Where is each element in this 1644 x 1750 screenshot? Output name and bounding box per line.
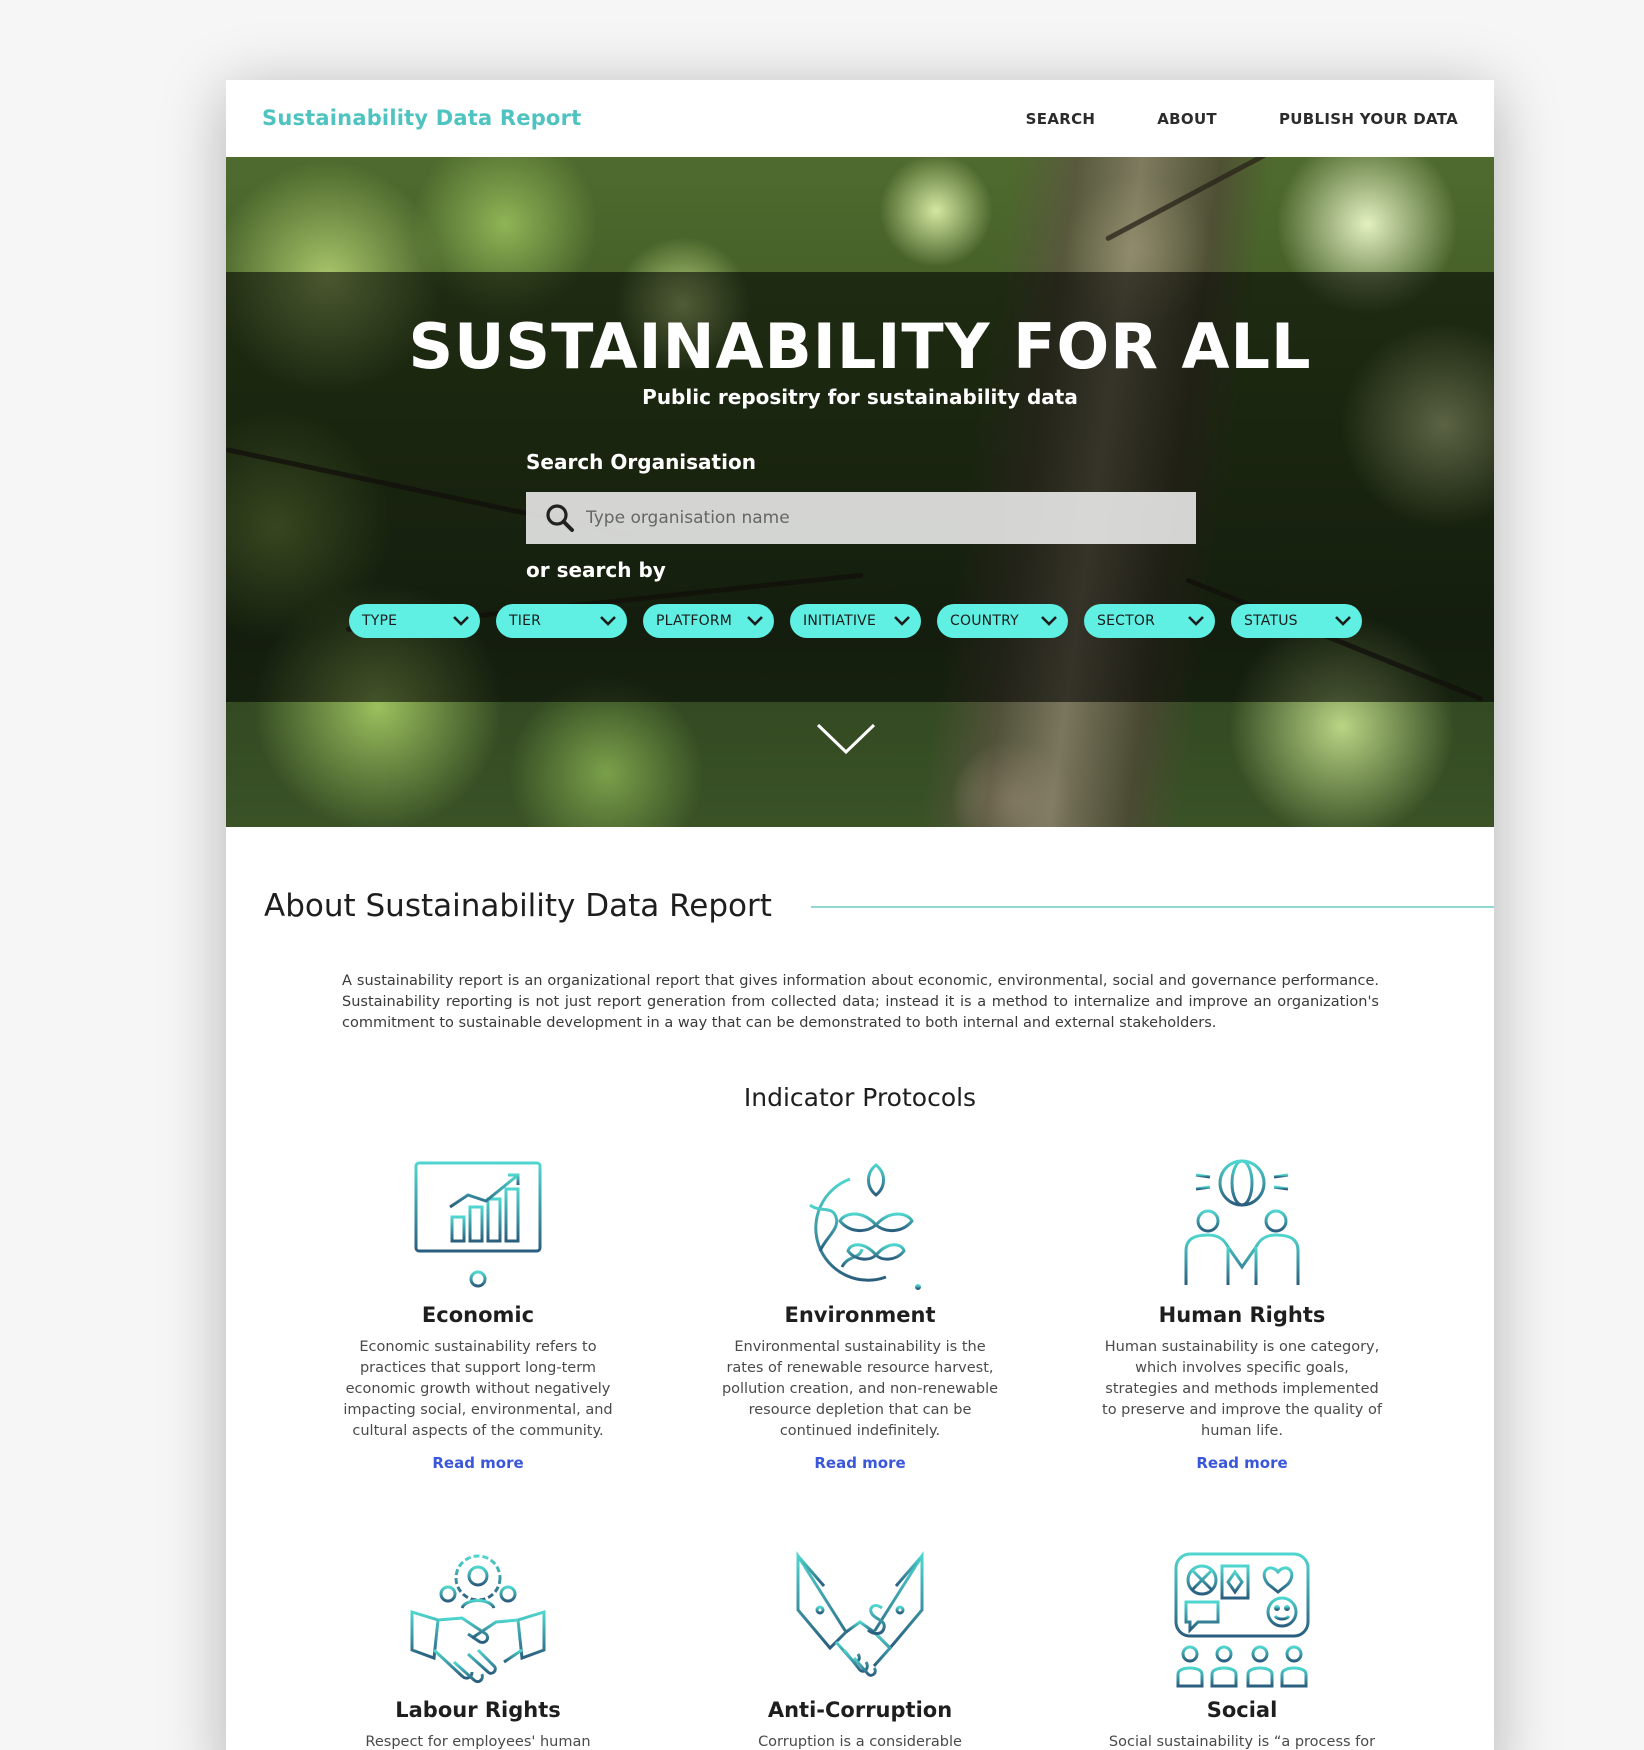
nav-publish-link[interactable]: PUBLISH YOUR DATA — [1279, 110, 1458, 128]
read-more-link[interactable]: Read more — [1196, 1454, 1287, 1472]
filter-country-dropdown[interactable]: COUNTRY — [937, 604, 1068, 638]
about-heading: About Sustainability Data Report — [264, 888, 772, 924]
filter-tier-dropdown[interactable]: TIER — [496, 604, 627, 638]
brand-logo[interactable]: Sustainability Data Report — [262, 106, 581, 130]
card-description: Corruption is a considerable — [758, 1734, 962, 1750]
scroll-down-chevron-icon[interactable] — [816, 722, 876, 756]
protocol-card-economic: Economic Economic sustainability refers … — [328, 1155, 628, 1473]
filter-initiative-dropdown[interactable]: INITIATIVE — [790, 604, 921, 638]
card-title: Economic — [421, 1303, 535, 1327]
filter-label: PLATFORM — [656, 613, 733, 629]
presentation-chart-icon — [414, 1157, 542, 1288]
protocols-heading: Indicator Protocols — [743, 1083, 977, 1112]
chevron-down-icon — [1041, 616, 1057, 626]
card-description: Human sustainability is one category, wh… — [1102, 1339, 1382, 1439]
filter-bar: TYPE TIER PLATFORM INITIATIVE COUNTRY SE… — [349, 604, 1362, 638]
protocol-card-anti-corruption: Anti-Corruption Corruption is a consider… — [710, 1550, 1010, 1750]
protocol-card-social: Social Social sustainability is “a proce… — [1092, 1550, 1392, 1750]
chevron-down-icon — [1335, 616, 1351, 626]
chevron-down-icon — [894, 616, 910, 626]
chevron-down-icon — [453, 616, 469, 626]
filter-sector-dropdown[interactable]: SECTOR — [1084, 604, 1215, 638]
about-divider — [811, 906, 1494, 908]
top-nav: Sustainability Data Report SEARCH ABOUT … — [226, 80, 1494, 157]
card-title: Human Rights — [1158, 1303, 1326, 1327]
hero-title: SUSTAINABILITY FOR ALL — [408, 310, 1312, 383]
filter-status-dropdown[interactable]: STATUS — [1231, 604, 1362, 638]
about-text: A sustainability report is an organizati… — [342, 973, 1379, 1031]
filter-label: SECTOR — [1097, 613, 1156, 629]
filter-label: INITIATIVE — [803, 613, 877, 629]
card-title: Anti-Corruption — [767, 1698, 953, 1722]
card-title: Social — [1206, 1698, 1278, 1722]
filter-label: TIER — [509, 613, 542, 629]
protocol-card-labour-rights: Labour Rights Respect for employees' hum… — [328, 1550, 628, 1750]
handshake-team-icon — [410, 1554, 546, 1684]
search-icon — [546, 504, 574, 532]
search-box[interactable] — [526, 492, 1196, 544]
chevron-down-icon — [1188, 616, 1204, 626]
read-more-link[interactable]: Read more — [432, 1454, 523, 1472]
page-frame: Sustainability Data Report SEARCH ABOUT … — [226, 80, 1494, 1750]
or-search-by-label: or search by — [526, 558, 666, 582]
filter-label: COUNTRY — [950, 613, 1019, 629]
chevron-down-icon — [600, 616, 616, 626]
search-label: Search Organisation — [526, 450, 756, 474]
filter-type-dropdown[interactable]: TYPE — [349, 604, 480, 638]
card-title: Labour Rights — [395, 1698, 561, 1722]
hero-subtitle: Public repositry for sustainability data — [642, 385, 1078, 409]
community-board-icon — [1174, 1552, 1310, 1688]
card-description: Environmental sustainability is the rate… — [721, 1339, 999, 1439]
card-description: Economic sustainability refers to practi… — [343, 1339, 613, 1439]
protocol-card-environment: Environment Environmental sustainability… — [710, 1155, 1010, 1473]
filter-label: TYPE — [362, 613, 398, 629]
filter-platform-dropdown[interactable]: PLATFORM — [643, 604, 774, 638]
protocol-card-human-rights: Human Rights Human sustainability is one… — [1092, 1155, 1392, 1473]
nav-search-link[interactable]: SEARCH — [1026, 110, 1096, 128]
filter-label: STATUS — [1244, 613, 1298, 629]
search-input[interactable] — [586, 508, 1186, 528]
hero-section: SUSTAINABILITY FOR ALL Public repositry … — [226, 157, 1494, 827]
chevron-down-icon — [747, 616, 763, 626]
read-more-link[interactable]: Read more — [814, 1454, 905, 1472]
card-title: Environment — [784, 1303, 936, 1327]
card-description: Respect for employees' human — [365, 1734, 591, 1750]
earth-plant-icon — [800, 1163, 921, 1290]
nav-about-link[interactable]: ABOUT — [1157, 110, 1217, 128]
globe-people-icon — [1184, 1159, 1300, 1285]
card-description: Social sustainability is “a process for — [1108, 1734, 1376, 1750]
money-handshake-icon — [796, 1550, 924, 1677]
nav-links: SEARCH ABOUT PUBLISH YOUR DATA — [1026, 110, 1458, 128]
